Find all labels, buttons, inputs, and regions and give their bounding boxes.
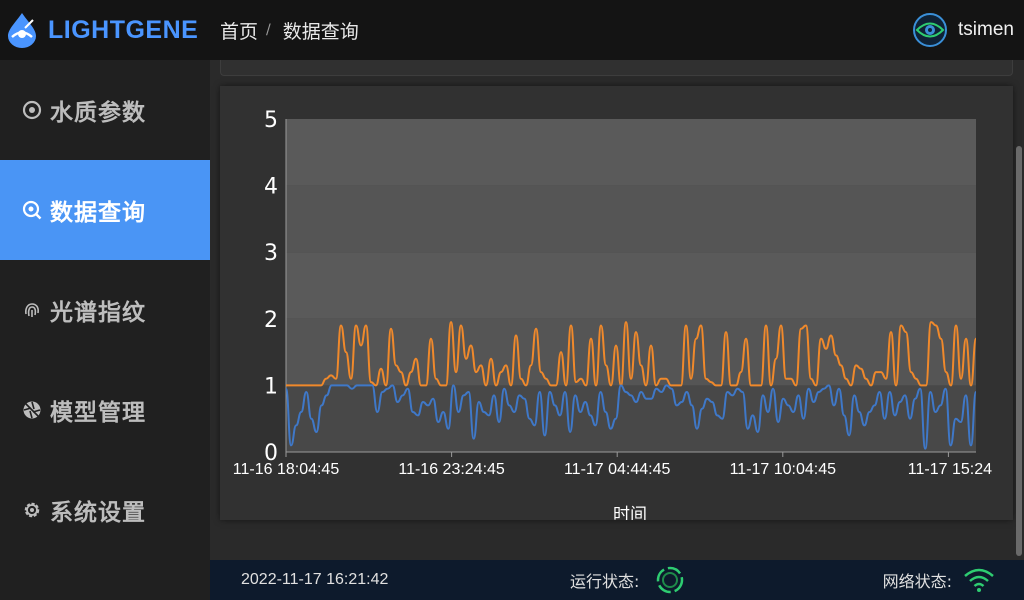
sidebar-item-water-quality[interactable]: 水质参数: [0, 60, 210, 160]
sidebar-item-spectral-fingerprint[interactable]: 光谱指纹: [0, 260, 210, 360]
sidebar-item-label: 模型管理: [50, 400, 146, 426]
user-menu[interactable]: tsimen: [912, 12, 1014, 48]
vertical-scrollbar[interactable]: [1016, 146, 1022, 556]
sidebar: LIGHTGENE 水质参数 数据查询 光谱指纹 模型管理 系统设置: [0, 0, 210, 600]
gear-icon: [22, 500, 42, 520]
y-tick-label: 3: [264, 241, 278, 266]
breadcrumb: 首页 / 数据查询: [210, 17, 359, 44]
search-icon: [22, 200, 42, 220]
breadcrumb-separator: /: [266, 22, 271, 38]
fingerprint-icon: [22, 300, 42, 320]
app-window: LIGHTGENE 水质参数 数据查询 光谱指纹 模型管理 系统设置 首页 / …: [0, 0, 1024, 600]
run-status: 运行状态:: [570, 565, 687, 595]
chart-band: [286, 252, 976, 319]
wifi-icon: [964, 568, 994, 592]
brand-name: LIGHTGENE: [48, 15, 199, 44]
x-tick-label: 11-17 10:04:45: [730, 461, 837, 478]
query-panel: [220, 60, 1013, 76]
breadcrumb-home-link[interactable]: 首页: [220, 17, 258, 44]
sidebar-item-label: 系统设置: [50, 500, 146, 526]
run-status-label: 运行状态:: [570, 572, 640, 591]
y-tick-label: 2: [264, 308, 278, 333]
sidebar-item-model-management[interactable]: 模型管理: [0, 360, 210, 460]
top-header: 首页 / 数据查询 tsimen: [210, 0, 1024, 60]
y-tick-label: 5: [264, 108, 278, 133]
sidebar-item-data-query[interactable]: 数据查询: [0, 160, 210, 260]
aperture-icon: [22, 400, 42, 420]
network-status: 网络状态:: [883, 566, 996, 594]
x-tick-label: 11-16 23:24:45: [398, 461, 505, 478]
y-tick-label: 4: [264, 175, 278, 200]
x-axis-label: 时间: [613, 505, 647, 520]
x-tick-label: 11-17 04:44:45: [564, 461, 671, 478]
sidebar-item-label: 水质参数: [50, 100, 146, 126]
gauge-icon: [22, 100, 42, 120]
x-tick-label: 11-17 15:24: [908, 461, 992, 478]
status-bar: 2022-11-17 16:21:42 运行状态: 网络状态:: [210, 560, 1024, 600]
avatar: [913, 13, 948, 47]
main-content: 012345 11-16 18:04:45 11-16 23:24:45 11-17…: [210, 60, 1024, 560]
run-status-indicator-icon: [657, 566, 684, 594]
chart-card: 012345 11-16 18:04:45 11-16 23:24:45 11-17…: [220, 86, 1013, 525]
logo: LIGHTGENE: [0, 0, 210, 60]
network-status-label: 网络状态:: [882, 572, 952, 591]
breadcrumb-current: 数据查询: [282, 20, 359, 43]
water-drop-logo-icon: [8, 13, 36, 48]
sidebar-item-system-settings[interactable]: 系统设置: [0, 460, 210, 560]
sidebar-item-label: 光谱指纹: [50, 300, 146, 326]
x-tick-label: 11-16 18:04:45: [233, 461, 340, 478]
current-datetime: 2022-11-17 16:21:42: [241, 571, 389, 588]
user-name: tsimen: [958, 19, 1014, 40]
sidebar-item-label: 数据查询: [50, 200, 146, 226]
line-chart: 012345 11-16 18:04:45 11-16 23:24:45 11-17…: [233, 108, 992, 525]
chart-band: [286, 185, 976, 253]
chart-band: [286, 119, 976, 186]
y-tick-label: 1: [264, 374, 278, 399]
